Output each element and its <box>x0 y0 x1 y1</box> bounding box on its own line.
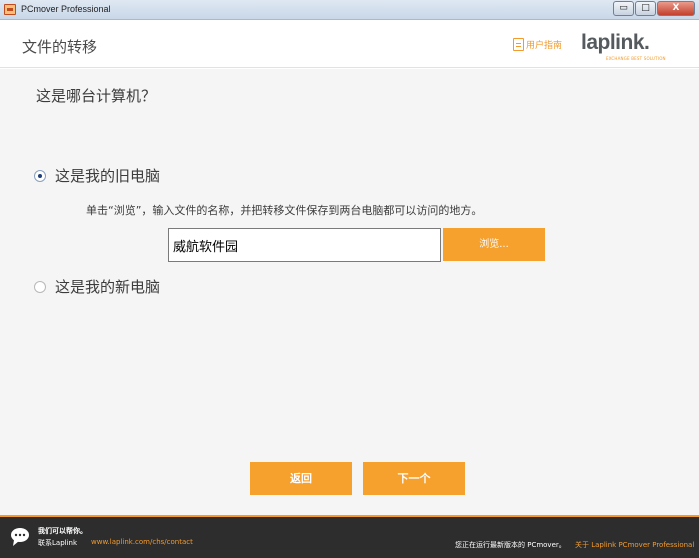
logo-tagline: EXCHANGE BEST SOLUTION <box>606 56 666 61</box>
radio-old-computer[interactable] <box>34 169 46 182</box>
radio-new-computer[interactable] <box>34 280 46 293</box>
back-button[interactable]: 返回 <box>250 462 352 495</box>
file-path-input[interactable] <box>168 228 441 262</box>
main-content: 这是哪台计算机？ 这是我的旧电脑 单击“浏览”，输入文件的名称，并把转移文件保存… <box>0 69 699 515</box>
page-header: 文件的转移 用户指南 laplink. EXCHANGE BEST SOLUTI… <box>0 20 699 68</box>
close-button[interactable]: X <box>657 1 695 16</box>
contact-label: 联系Laplink <box>38 539 78 547</box>
next-button[interactable]: 下一个 <box>363 462 465 495</box>
instruction-text: 单击“浏览”，输入文件的名称，并把转移文件保存到两台电脑都可以访问的地方。 <box>86 204 483 217</box>
option-old-computer[interactable]: 这是我的旧电脑 <box>34 165 160 186</box>
minimize-button[interactable]: ▭ <box>613 1 634 16</box>
option-new-computer-label: 这是我的新电脑 <box>55 278 161 296</box>
footer-bar: 我们可以帮你。 联系Laplink www.laplink.com/chs/co… <box>0 515 699 558</box>
app-icon <box>4 4 16 15</box>
help-text: 我们可以帮你。 <box>38 527 87 535</box>
option-old-computer-label: 这是我的旧电脑 <box>55 167 161 185</box>
maximize-button[interactable]: □ <box>635 1 656 16</box>
chat-icon <box>11 528 29 546</box>
version-status: 您正在运行最新版本的 PCmover。 <box>455 541 566 549</box>
about-link[interactable]: 关于 Laplink PCmover Professional <box>575 540 694 550</box>
page-title: 文件的转移 <box>22 38 98 56</box>
window-title: PCmover Professional <box>21 4 111 14</box>
question-heading: 这是哪台计算机？ <box>36 87 157 105</box>
user-guide-label: 用户指南 <box>526 41 563 51</box>
document-icon <box>513 38 524 51</box>
browse-button[interactable]: 浏览... <box>443 228 545 261</box>
laplink-logo: laplink. <box>581 31 650 54</box>
window-titlebar: PCmover Professional ▭ □ X <box>0 0 699 20</box>
user-guide-link[interactable]: 用户指南 <box>513 38 562 51</box>
option-new-computer[interactable]: 这是我的新电脑 <box>34 276 160 297</box>
contact-url-link[interactable]: www.laplink.com/chs/contact <box>91 538 193 546</box>
window-controls: ▭ □ X <box>612 1 695 16</box>
